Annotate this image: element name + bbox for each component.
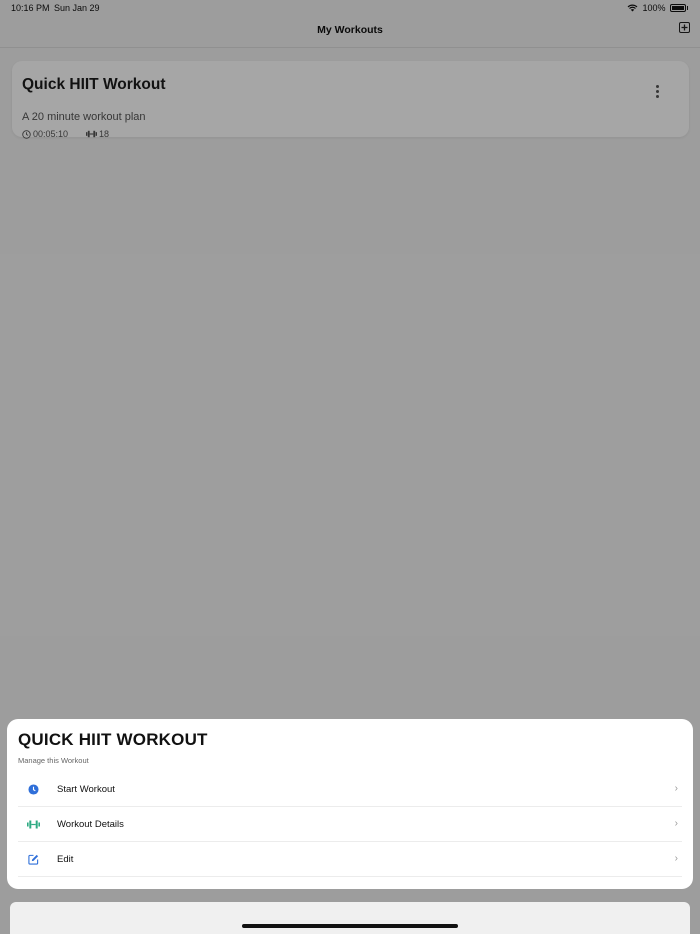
- chevron-right-icon: ›: [674, 783, 678, 794]
- action-sheet: QUICK HIIT WORKOUT Manage this Workout S…: [7, 719, 693, 889]
- chevron-right-icon: ›: [674, 818, 678, 829]
- workout-details-label: Workout Details: [57, 818, 124, 830]
- sheet-actions: Start Workout › Workout Details › Edit ›: [18, 772, 682, 877]
- workout-details-button[interactable]: Workout Details ›: [18, 807, 682, 842]
- dumbbell-icon: [26, 817, 40, 831]
- sheet-underlay: [10, 902, 690, 934]
- edit-icon: [26, 852, 40, 866]
- clock-icon: [26, 782, 40, 796]
- edit-button[interactable]: Edit ›: [18, 842, 682, 877]
- chevron-right-icon: ›: [674, 853, 678, 864]
- edit-label: Edit: [57, 853, 74, 865]
- start-workout-button[interactable]: Start Workout ›: [18, 772, 682, 807]
- home-indicator[interactable]: [242, 924, 458, 928]
- sheet-subtitle: Manage this Workout: [18, 756, 89, 765]
- sheet-title: QUICK HIIT WORKOUT: [18, 730, 208, 749]
- start-workout-label: Start Workout: [57, 783, 115, 795]
